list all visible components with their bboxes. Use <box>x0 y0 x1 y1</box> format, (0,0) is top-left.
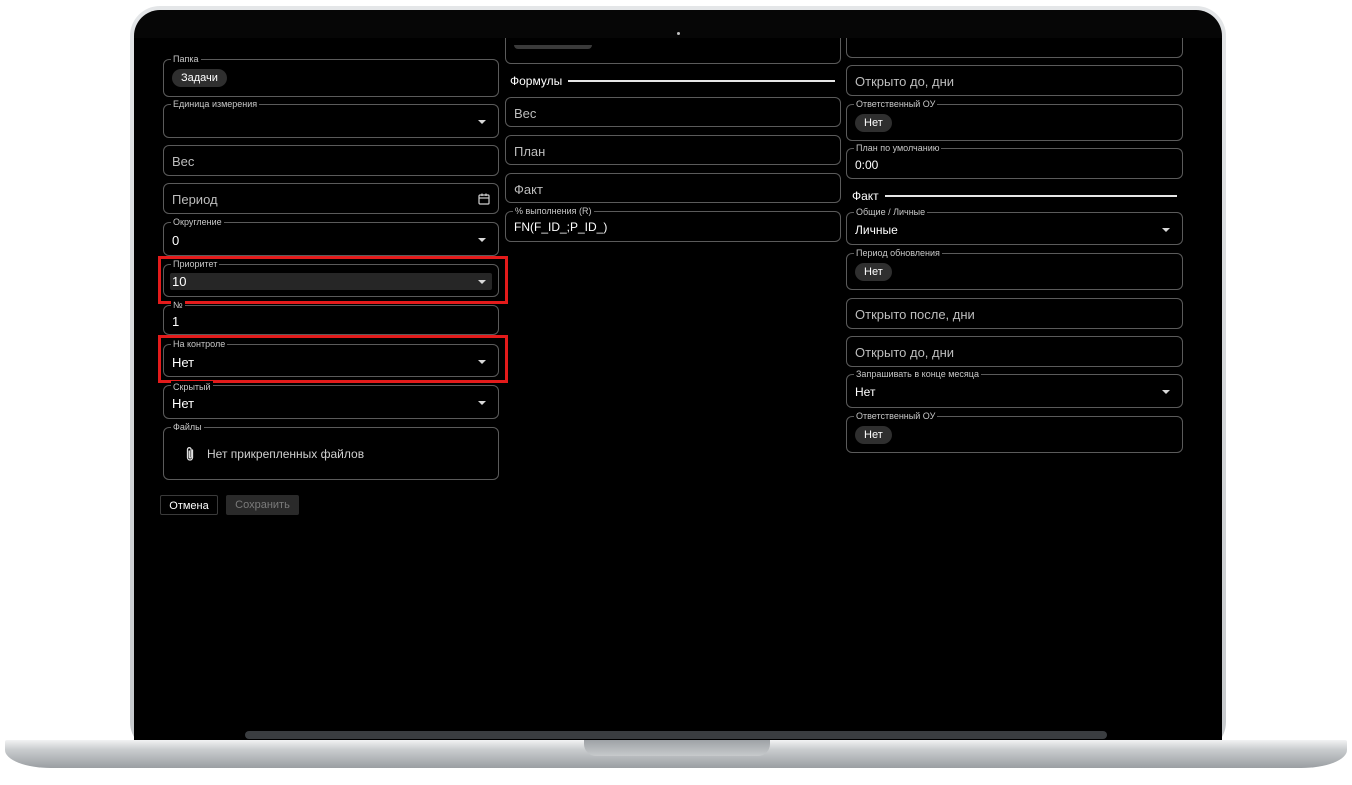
folder-field[interactable]: Папка Задачи <box>163 53 499 97</box>
hidden-select[interactable]: Скрытый Нет <box>163 381 499 419</box>
middle-top-chip <box>514 45 592 49</box>
formula-percent-input[interactable]: % выполнения (R) FN(F_ID_;P_ID_) <box>505 205 841 242</box>
fact-title: Факт <box>852 189 879 203</box>
files-label: Файлы <box>171 421 204 433</box>
formulas-title: Формулы <box>510 74 563 88</box>
control-highlight <box>158 335 508 383</box>
responsible2-chip[interactable]: Нет <box>855 426 892 444</box>
default-plan-input[interactable]: План по умолчанию 0:00 <box>846 142 1183 179</box>
period-input[interactable]: Период <box>163 183 499 214</box>
rounding-select[interactable]: Округление 0 <box>163 216 499 256</box>
save-button[interactable]: Сохранить <box>226 495 299 515</box>
weight-placeholder: Вес <box>172 154 195 169</box>
unit-label: Единица измерения <box>171 98 260 110</box>
folder-chip[interactable]: Задачи <box>172 69 227 87</box>
chevron-down-icon <box>1162 390 1170 394</box>
formula-percent-label: % выполнения (R) <box>513 205 594 217</box>
rounding-label: Округление <box>171 216 224 228</box>
formula-plan-placeholder: План <box>514 144 546 159</box>
files-empty-text: Нет прикрепленных файлов <box>207 447 365 461</box>
chevron-down-icon <box>478 120 486 124</box>
open-after-input[interactable]: Открыто после, дни <box>846 298 1183 329</box>
calendar-icon[interactable] <box>478 193 490 205</box>
unit-select[interactable]: Единица измерения <box>163 98 499 138</box>
formulas-divider <box>568 80 835 82</box>
formula-weight-input[interactable]: Вес <box>505 97 841 127</box>
responsible2-field[interactable]: Ответственный ОУ Нет <box>846 410 1183 453</box>
ask-month-end-select[interactable]: Запрашивать в конце месяца Нет <box>846 368 1183 408</box>
chevron-down-icon <box>1162 228 1170 232</box>
weight-input[interactable]: Вес <box>163 145 499 176</box>
update-period-chip[interactable]: Нет <box>855 263 892 281</box>
ask-month-end-value: Нет <box>855 385 876 399</box>
laptop-notch <box>584 740 770 756</box>
responsible-label: Ответственный ОУ <box>854 98 938 110</box>
folder-label: Папка <box>171 53 201 65</box>
common-personal-select[interactable]: Общие / Личные Личные <box>846 206 1183 245</box>
responsible-field[interactable]: Ответственный ОУ Нет <box>846 98 1183 141</box>
hidden-label: Скрытый <box>171 381 213 393</box>
default-plan-label: План по умолчанию <box>854 142 942 154</box>
period-placeholder: Период <box>172 192 218 207</box>
open-until2-input[interactable]: Открыто до, дни <box>846 336 1183 367</box>
formula-fact-input[interactable]: Факт <box>505 173 841 203</box>
common-personal-label: Общие / Личные <box>854 206 928 218</box>
common-personal-value: Личные <box>855 223 898 237</box>
cancel-button[interactable]: Отмена <box>160 495 218 515</box>
responsible-chip[interactable]: Нет <box>855 114 892 132</box>
hidden-value: Нет <box>172 396 195 411</box>
files-field[interactable]: Файлы Нет прикрепленных файлов <box>163 421 499 480</box>
number-label: № <box>171 299 185 311</box>
rounding-value: 0 <box>172 233 180 248</box>
laptop-hinge <box>245 731 1107 739</box>
paperclip-icon <box>186 447 194 461</box>
open-until-input[interactable]: Открыто до, дни <box>846 65 1183 96</box>
responsible2-label: Ответственный ОУ <box>854 410 938 422</box>
open-until2-placeholder: Открыто до, дни <box>855 345 955 360</box>
chevron-down-icon <box>478 238 486 242</box>
middle-top-field[interactable] <box>505 38 841 64</box>
number-input[interactable]: № 1 <box>163 299 499 335</box>
update-period-field[interactable]: Период обновления Нет <box>846 247 1183 290</box>
formulas-section-title: Формулы <box>510 74 835 88</box>
open-after-placeholder: Открыто после, дни <box>855 307 975 322</box>
number-value: 1 <box>172 314 180 329</box>
chevron-down-icon <box>478 401 486 405</box>
formula-percent-value: FN(F_ID_;P_ID_) <box>514 220 608 234</box>
right-top-field[interactable] <box>846 38 1183 58</box>
camera-icon <box>677 32 680 35</box>
formula-fact-placeholder: Факт <box>514 182 543 197</box>
fact-divider <box>884 195 1177 197</box>
priority-highlight <box>158 256 508 304</box>
open-until-placeholder: Открыто до, дни <box>855 74 955 89</box>
fact-section-title: Факт <box>852 189 1177 203</box>
update-period-label: Период обновления <box>854 247 942 259</box>
default-plan-value: 0:00 <box>855 158 879 172</box>
formula-weight-placeholder: Вес <box>514 106 537 121</box>
formula-plan-input[interactable]: План <box>505 135 841 165</box>
ask-month-end-label: Запрашивать в конце месяца <box>854 368 981 380</box>
screen: Папка Задачи Единица измерения Вес Перио… <box>134 38 1222 740</box>
